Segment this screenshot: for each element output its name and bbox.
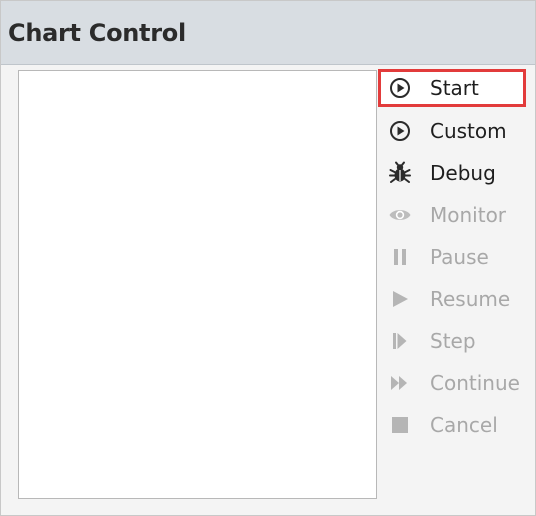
custom-label: Custom [430, 119, 507, 143]
play-icon [388, 287, 412, 311]
debug-button[interactable]: Debug [378, 154, 526, 192]
monitor-button[interactable]: Monitor [378, 196, 526, 234]
pause-icon [388, 245, 412, 269]
start-label: Start [430, 76, 479, 100]
bug-icon [388, 161, 412, 185]
continue-label: Continue [430, 371, 520, 395]
resume-button[interactable]: Resume [378, 280, 526, 318]
stop-square-icon [388, 413, 412, 437]
chart-list-area[interactable] [18, 70, 377, 499]
step-button[interactable]: Step [378, 322, 526, 360]
step-icon [388, 329, 412, 353]
play-circle-icon [388, 76, 412, 100]
step-label: Step [430, 329, 476, 353]
eye-icon [388, 203, 412, 227]
pause-label: Pause [430, 245, 489, 269]
monitor-label: Monitor [430, 203, 507, 227]
fast-forward-icon [388, 371, 412, 395]
start-button[interactable]: Start [378, 69, 526, 107]
cancel-label: Cancel [430, 413, 498, 437]
pause-button[interactable]: Pause [378, 238, 526, 276]
panel-title: Chart Control [8, 19, 186, 47]
custom-button[interactable]: Custom [378, 112, 526, 150]
play-circle-icon [388, 119, 412, 143]
cancel-button[interactable]: Cancel [378, 406, 526, 444]
title-bar: Chart Control [1, 1, 535, 65]
debug-label: Debug [430, 161, 496, 185]
continue-button[interactable]: Continue [378, 364, 526, 402]
resume-label: Resume [430, 287, 511, 311]
